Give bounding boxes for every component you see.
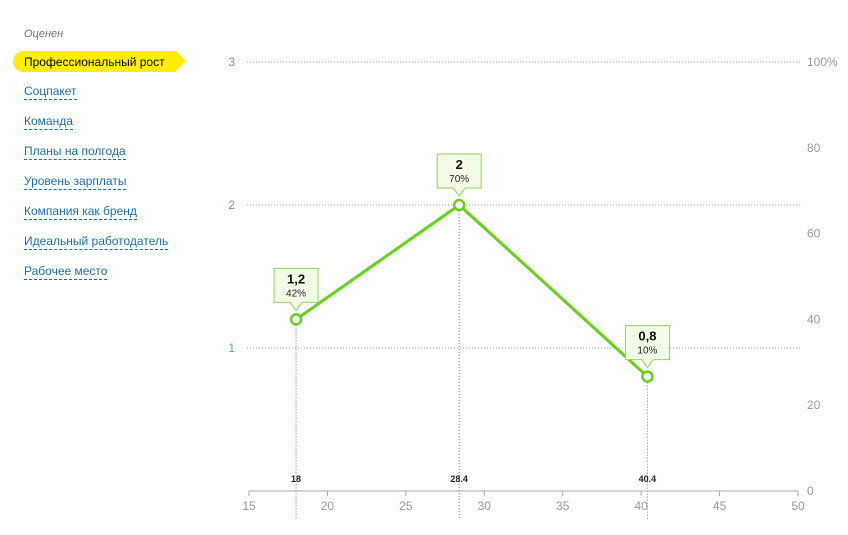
- x-tick-label: 45: [713, 499, 727, 513]
- x-tick-label: 50: [791, 499, 805, 513]
- data-point: [641, 370, 654, 383]
- y2-tick-label: 0: [807, 484, 814, 498]
- x-value-label: 18: [291, 474, 301, 484]
- x-tick-label: 30: [478, 499, 492, 513]
- x-tick-label: 25: [399, 499, 413, 513]
- x-tick-label: 40: [634, 499, 648, 513]
- x-tick-label: 35: [556, 499, 570, 513]
- x-tick-label: 15: [242, 499, 256, 513]
- y2-tick-label: 20: [807, 398, 821, 412]
- sidebar-item-label[interactable]: Профессиональный рост: [24, 55, 165, 70]
- data-point: [289, 313, 303, 326]
- data-percent-label: 42%: [286, 288, 306, 299]
- line-chart: 123020406080100%15 20 25 30 35 40 45 5018 28.4 40…: [228, 55, 838, 519]
- y2-tick-label: 100%: [807, 55, 838, 69]
- y-tick-label: 2: [228, 198, 235, 212]
- y2-tick-label: 80: [807, 141, 821, 155]
- data-value-label: 1,2: [287, 271, 305, 286]
- data-percent-label: 10%: [637, 346, 657, 357]
- x-value-label: 28.4: [450, 474, 468, 484]
- series-line: [295, 203, 649, 378]
- y-tick-label: 3: [228, 55, 235, 69]
- data-point: [452, 198, 466, 212]
- data-value-label: 0,8: [638, 329, 656, 344]
- y-tick-label: 1: [228, 341, 235, 355]
- data-percent-label: 70%: [449, 174, 469, 185]
- y2-tick-label: 40: [807, 312, 821, 326]
- sidebar-item-label[interactable]: Уровень зарплаты: [24, 174, 127, 190]
- data-value-label: 2: [456, 157, 463, 172]
- sidebar-heading: Оценен: [24, 28, 64, 40]
- sidebar-item-label[interactable]: Соцпакет: [24, 84, 77, 100]
- y2-tick-label: 60: [807, 227, 821, 241]
- sidebar-item-label[interactable]: Компания как бренд: [24, 204, 137, 220]
- x-value-label: 40.4: [639, 474, 657, 484]
- sidebar-item-label[interactable]: Идеальный работодатель: [24, 234, 169, 250]
- sidebar-item-label[interactable]: Планы на полгода: [24, 144, 126, 160]
- sidebar-item-label[interactable]: Команда: [24, 114, 73, 130]
- x-tick-label: 20: [321, 499, 335, 513]
- sidebar: Оценен Профессиональный рост Соцпакет Ко…: [0, 0, 200, 535]
- sidebar-item-label[interactable]: Рабочее место: [24, 264, 108, 280]
